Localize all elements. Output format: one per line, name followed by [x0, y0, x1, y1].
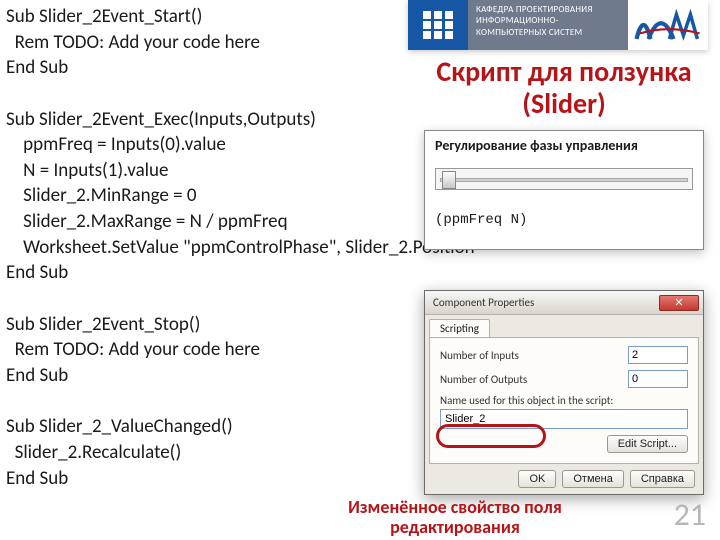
component-properties-dialog: Component Properties ✕ Scripting Number … [424, 290, 704, 495]
banner-line: ИНФОРМАЦИОННО- [476, 15, 620, 26]
dialog-form: Number of Inputs Number of Outputs Name … [429, 337, 699, 464]
banner-text: КАФЕДРА ПРОЕКТИРОВАНИЯ ИНФОРМАЦИОННО- КО… [468, 0, 628, 50]
dialog-title: Component Properties [433, 296, 659, 309]
page-number: 21 [674, 495, 706, 534]
phase-control-panel: Регулирование фазы управления (ppmFreq N… [424, 130, 704, 250]
tab-scripting[interactable]: Scripting [429, 319, 490, 337]
edit-script-button[interactable]: Edit Script... [607, 435, 688, 453]
phase-expression: (ppmFreq N) [435, 212, 693, 228]
num-inputs-label: Number of Inputs [440, 349, 628, 362]
banner-line: КОМПЬЮТЕРНЫХ СИСТЕМ [476, 27, 620, 38]
ok-button[interactable]: OK [518, 470, 556, 488]
dialog-tabs: Scripting [425, 315, 703, 337]
num-outputs-label: Number of Outputs [440, 373, 628, 386]
red-caption: Изменённое свойство поля редактирования [330, 498, 580, 538]
cancel-button[interactable]: Отмена [562, 470, 623, 488]
close-icon: ✕ [674, 297, 683, 308]
script-name-label: Name used for this object in the script: [440, 394, 688, 407]
banner-am-logo-icon [628, 0, 708, 50]
num-outputs-field[interactable] [628, 370, 688, 388]
close-button[interactable]: ✕ [659, 295, 699, 311]
phase-panel-title: Регулирование фазы управления [435, 137, 693, 154]
script-name-field[interactable] [440, 409, 688, 429]
banner-line: КАФЕДРА ПРОЕКТИРОВАНИЯ [476, 4, 620, 15]
slider-track [440, 178, 688, 182]
phase-slider[interactable] [435, 168, 693, 190]
slider-thumb-icon[interactable] [442, 171, 456, 189]
dialog-titlebar[interactable]: Component Properties ✕ [425, 291, 703, 315]
slide-title: Скрипт для ползунка (Slider) [424, 56, 704, 120]
dialog-buttons: OK Отмена Справка [425, 464, 703, 494]
banner-logo-icon [408, 0, 468, 50]
script-code-block: Sub Slider_2Event_Start() Rem TODO: Add … [6, 4, 436, 491]
department-banner: КАФЕДРА ПРОЕКТИРОВАНИЯ ИНФОРМАЦИОННО- КО… [408, 0, 708, 50]
help-button[interactable]: Справка [630, 470, 695, 488]
num-inputs-field[interactable] [628, 346, 688, 364]
